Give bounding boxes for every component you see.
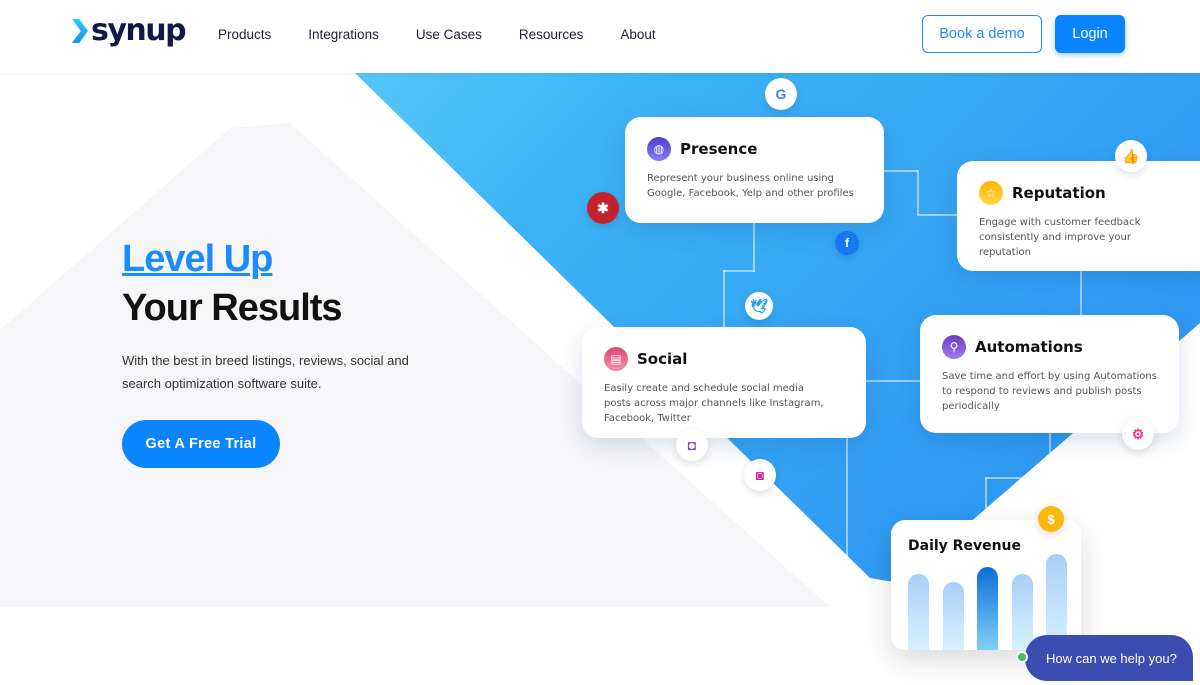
camera-icon: ◘: [676, 429, 708, 461]
card-title: Reputation: [1012, 184, 1106, 202]
presence-card: ◍ Presence Represent your business online…: [625, 117, 884, 223]
thumbs-up-icon: 👍: [1115, 140, 1147, 172]
logo-chevron-icon: [72, 19, 88, 43]
twitter-icon: 🕊: [745, 292, 773, 320]
free-trial-button[interactable]: Get A Free Trial: [122, 420, 280, 468]
revenue-bar: [1011, 574, 1033, 650]
nav-resources[interactable]: Resources: [519, 27, 584, 42]
card-title: Social: [637, 350, 688, 368]
reputation-card: ☆ Reputation Engage with customer feedbac…: [957, 161, 1200, 271]
card-text: Engage with customer feedback consistent…: [979, 217, 1141, 258]
globe-icon: ◍: [647, 137, 671, 161]
star-icon: ☆: [979, 181, 1003, 205]
automations-card: ⚲ Automations Save time and effort by usi…: [920, 315, 1179, 433]
nav-products[interactable]: Products: [218, 27, 271, 42]
revenue-bar: [977, 567, 998, 650]
online-status-dot: [1016, 651, 1028, 663]
chat-text: How can we help you?: [1046, 650, 1177, 666]
synup-logo[interactable]: synup: [72, 13, 187, 48]
card-text: Easily create and schedule social media …: [604, 383, 824, 424]
nav-integrations[interactable]: Integrations: [308, 27, 379, 42]
facebook-icon: f: [835, 231, 859, 255]
document-icon: ▤: [604, 347, 628, 371]
google-icon: G: [765, 78, 797, 110]
hero-title-highlight[interactable]: Level Up: [122, 238, 273, 281]
chat-widget[interactable]: How can we help you?: [1025, 635, 1193, 681]
nav-about[interactable]: About: [620, 27, 655, 42]
social-card: ▤ Social Easily create and schedule socia…: [582, 327, 866, 438]
logo-text: synup: [91, 13, 187, 48]
revenue-bar: [942, 582, 964, 650]
card-title: Presence: [680, 140, 758, 158]
hero-subtitle: With the best in breed listings, reviews…: [122, 353, 409, 391]
instagram-icon: ◙: [744, 459, 776, 491]
top-nav: synup Products Integrations Use Cases Re…: [0, 0, 1200, 73]
workflow-icon: ⚲: [942, 335, 966, 359]
dollar-icon: $: [1038, 506, 1064, 532]
card-title: Automations: [975, 338, 1083, 356]
login-button[interactable]: Login: [1055, 15, 1125, 53]
card-text: Represent your business online using Goo…: [647, 173, 854, 199]
daily-revenue-card: Daily Revenue: [891, 520, 1081, 650]
hero-title: Your Results: [122, 287, 343, 329]
revenue-title: Daily Revenue: [908, 538, 1021, 554]
yelp-icon: ✱: [587, 192, 619, 224]
revenue-bar: [908, 574, 929, 650]
nav-use-cases[interactable]: Use Cases: [416, 27, 482, 42]
gear-icon: ⚙: [1122, 418, 1154, 450]
book-demo-button[interactable]: Book a demo: [922, 15, 1042, 53]
card-text: Save time and effort by using Automation…: [942, 371, 1157, 412]
